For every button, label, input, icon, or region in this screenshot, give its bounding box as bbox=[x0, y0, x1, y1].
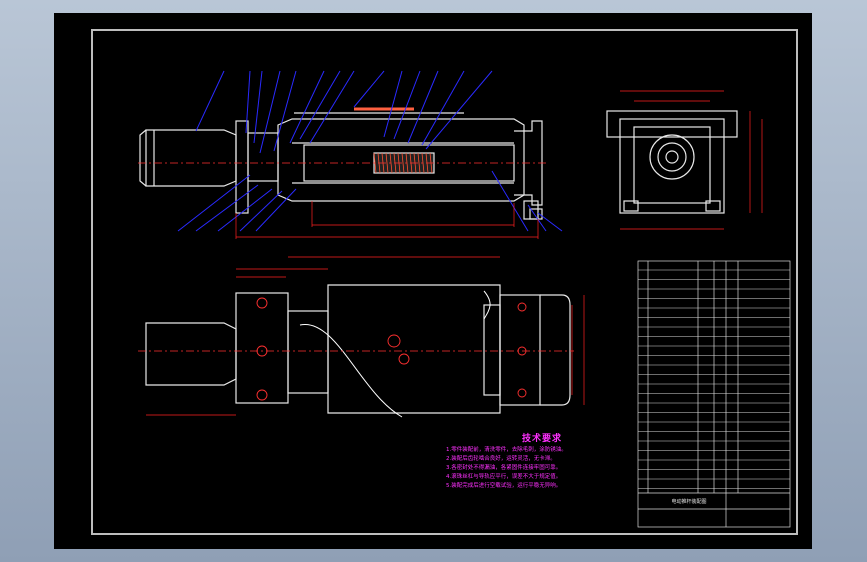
tech-requirement-line: 2.装配后齿轮啮合良好，运转灵活，无卡滞。 bbox=[446, 456, 556, 462]
tech-requirement-line: 1.零件装配前，清洗零件，去除毛刺，涂防锈油。 bbox=[446, 447, 567, 453]
title-block-title: 电动推杆装配图 bbox=[671, 499, 707, 505]
side-dimensions bbox=[620, 90, 763, 230]
side-view bbox=[606, 110, 738, 214]
technical-requirements: 技术要求 1.零件装配前，清洗零件，去除毛刺，涂防锈油。 2.装配后齿轮啮合良好… bbox=[446, 435, 646, 491]
tech-requirements-title: 技术要求 bbox=[521, 434, 562, 444]
tech-requirement-line: 5.装配完成后进行空载试验，运行平稳无异响。 bbox=[446, 483, 562, 489]
assembly-drawing bbox=[91, 29, 798, 535]
front-view bbox=[139, 107, 543, 220]
drawing-sheet: 技术要求 1.零件装配前，清洗零件，去除毛刺，涂防锈油。 2.装配后齿轮啮合良好… bbox=[54, 13, 812, 549]
bolt-holes bbox=[256, 297, 527, 401]
tech-requirement-line: 3.各密封处不得漏油，各紧固件连接牢固可靠。 bbox=[446, 465, 562, 471]
top-view bbox=[145, 284, 571, 414]
front-dimensions bbox=[235, 201, 539, 239]
bill-of-materials bbox=[637, 260, 791, 528]
tech-requirement-line: 4.滚珠丝杠与导轨应平行，误差不大于规定值。 bbox=[446, 474, 562, 480]
